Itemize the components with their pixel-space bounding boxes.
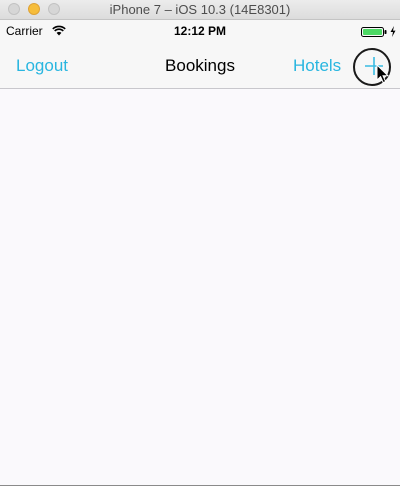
status-bar: Carrier 12:12 PM [0, 20, 400, 42]
mouse-pointer-icon [376, 64, 390, 84]
battery-charging-icon [361, 27, 387, 37]
window-title: iPhone 7 – iOS 10.3 (14E8301) [109, 2, 291, 17]
logout-button[interactable]: Logout [16, 56, 68, 76]
charging-bolt-icon [390, 26, 396, 37]
bookings-list[interactable] [0, 89, 400, 486]
window-titlebar: iPhone 7 – iOS 10.3 (14E8301) [0, 0, 400, 20]
status-time: 12:12 PM [173, 24, 227, 38]
simulator-window: iPhone 7 – iOS 10.3 (14E8301) Carrier 12… [0, 0, 400, 486]
navigation-bar: Logout Bookings Hotels [0, 42, 400, 89]
hotels-button[interactable]: Hotels [293, 56, 341, 76]
